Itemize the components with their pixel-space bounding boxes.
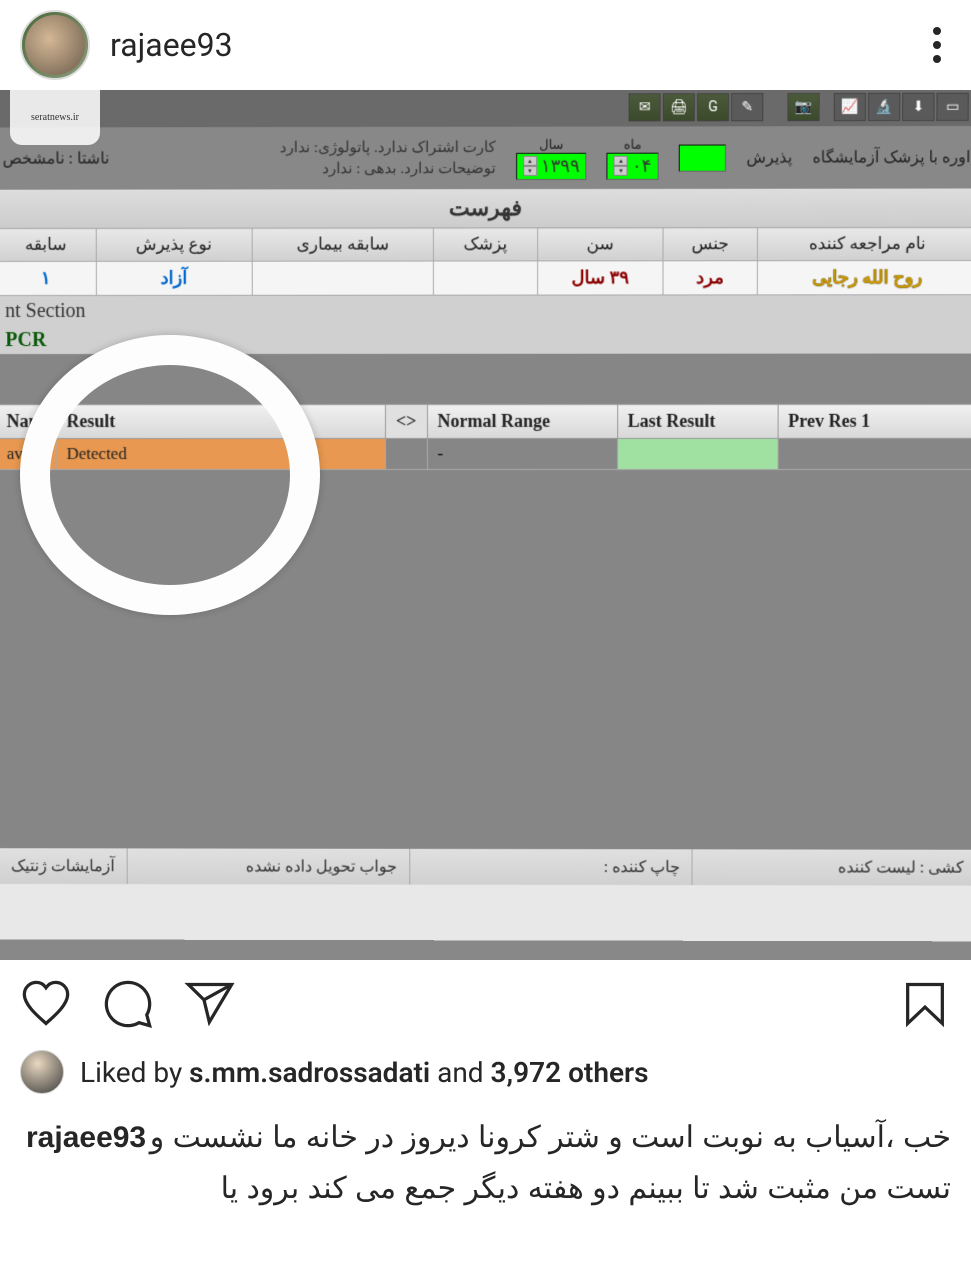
status-list: کشی : لیست کننده [692, 849, 971, 885]
toolbar: ✉ 🖨 G ✎ 📷 📈 🔬 ⬇ ▭ [0, 90, 971, 128]
share-icon[interactable] [184, 978, 236, 1034]
month-label: ماه [624, 136, 642, 152]
th-prev: Prev Res 1 [778, 404, 971, 438]
cell [385, 438, 427, 469]
patient-doctor [434, 261, 538, 295]
toolbar-btn: ✉ [629, 93, 661, 121]
avatar[interactable] [20, 10, 90, 80]
admit-field [678, 144, 726, 171]
th-admit-type: نوع پذیرش [96, 228, 252, 261]
consult-label: اوره با پزشک آزمایشگاه [812, 147, 970, 167]
circle-annotation [20, 335, 320, 615]
patient-history [252, 261, 434, 295]
toolbar-btn: 📷 [787, 93, 819, 121]
toolbar-btn: ▭ [936, 93, 968, 121]
th-last: Last Result [617, 404, 777, 438]
patient-gender: مرد [663, 261, 757, 295]
fasting-label: ناشتا : نامشخص [2, 148, 109, 168]
liker-avatar[interactable] [20, 1050, 64, 1094]
caption: rajaee93 خب ،آسیاب به نوبت است و شتر کرو… [0, 1104, 971, 1222]
toolbar-btn: ✎ [731, 93, 763, 121]
likes-count[interactable]: 3,972 others [491, 1056, 649, 1089]
month-spinner: ۰۴▴▾ [607, 152, 659, 179]
prev-result [777, 438, 971, 469]
last-result [617, 438, 777, 469]
status-bar: کشی : لیست کننده چاپ کننده : جواب تحویل … [0, 848, 971, 885]
likes-row[interactable]: Liked by s.mm.sadrossadati and 3,972 oth… [0, 1044, 971, 1104]
th-arrow: <> [385, 404, 427, 438]
th-history: سابقه بیماری [252, 228, 434, 261]
comment-icon[interactable] [102, 978, 154, 1034]
toolbar-btn: ⬇ [902, 93, 934, 121]
username[interactable]: rajaee93 [110, 26, 233, 64]
list-header: فهرست [0, 188, 971, 227]
patient-table: نام مراجعه کننده جنس سن پزشک سابقه بیمار… [0, 227, 971, 296]
admit-label: پذیرش [746, 147, 792, 167]
th-record: سابقه [0, 228, 96, 261]
action-bar [0, 960, 971, 1044]
toolbar-btn: 📈 [834, 93, 866, 121]
th-age: سن [537, 228, 663, 261]
like-icon[interactable] [20, 978, 72, 1034]
post-header: rajaee93 [0, 0, 971, 90]
year-spinner: ۱۳۹۹▴▾ [516, 152, 587, 179]
th-doctor: پزشک [434, 228, 538, 261]
patient-record: ١ [0, 261, 96, 295]
th-gender: جنس [663, 228, 757, 261]
more-options-icon[interactable] [923, 17, 951, 73]
caption-username[interactable]: rajaee93 [26, 1112, 146, 1163]
normal-range: - [427, 438, 617, 469]
patient-age: ٣٩ سال [537, 261, 663, 295]
caption-text: خب ،آسیاب به نوبت است و شتر کرونا دیروز … [150, 1121, 951, 1205]
status-undelivered: جواب تحویل داده نشده [127, 848, 409, 884]
th-name: نام مراجعه کننده [757, 227, 971, 260]
watermark: seratnews.ir [10, 90, 100, 145]
th-normal: Normal Range [427, 404, 617, 438]
patient-row: روح الله رجایی مرد ٣٩ سال آزاد ١ [0, 260, 971, 295]
status-genetic: آزمایشات ژنتیک [0, 848, 127, 884]
section-label: nt Section [0, 295, 971, 327]
patient-admit-type: آزاد [96, 261, 252, 295]
patient-info-row: اوره با پزشک آزمایشگاه پذیرش ماه ۰۴▴▾ سا… [0, 126, 971, 190]
likes-text[interactable]: Liked by s.mm.sadrossadati and 3,972 oth… [80, 1056, 648, 1089]
year-label: سال [539, 136, 563, 152]
toolbar-btn: 🔬 [868, 93, 900, 121]
patient-name: روح الله رجایی [757, 260, 971, 294]
toolbar-btn: 🖨 [663, 93, 695, 121]
status-printer: چاپ کننده : [409, 849, 692, 885]
post-image[interactable]: seratnews.ir ✉ 🖨 G ✎ 📷 📈 🔬 ⬇ ▭ اوره با پ… [0, 90, 971, 960]
save-icon[interactable] [899, 978, 951, 1034]
liker-username[interactable]: s.mm.sadrossadati [189, 1056, 430, 1089]
toolbar-btn: G [697, 93, 729, 121]
